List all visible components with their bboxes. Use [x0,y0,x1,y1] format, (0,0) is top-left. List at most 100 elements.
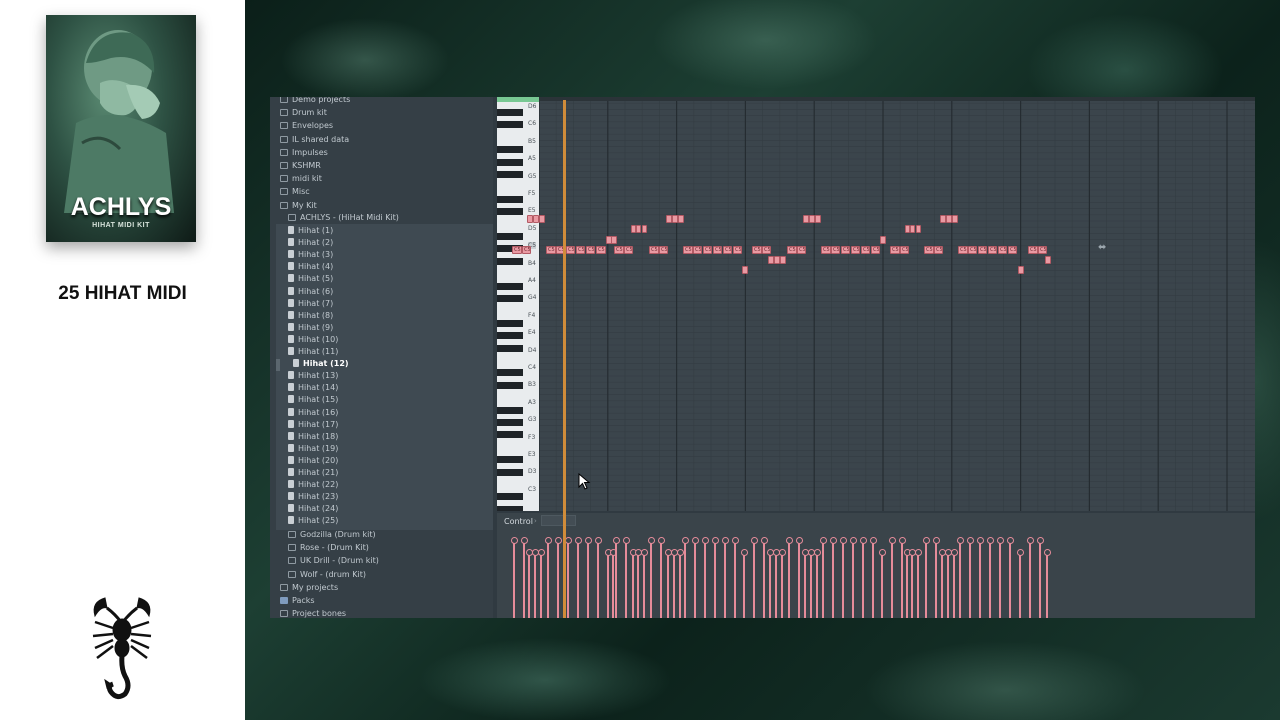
velocity-bar[interactable] [722,537,729,618]
velocity-bar[interactable] [814,549,821,618]
browser-file-hihat[interactable]: Hihat (2) [288,237,333,249]
black-key[interactable] [497,158,523,166]
black-key[interactable] [497,344,523,352]
velocity-bar[interactable] [641,549,648,618]
browser-folder-kit[interactable]: UK Drill - (Drum kit) [288,555,379,567]
velocity-bar[interactable] [915,549,922,618]
black-key[interactable] [497,493,523,501]
velocity-bar[interactable] [610,549,617,618]
black-key[interactable] [497,505,523,511]
midi-note[interactable]: C5 [1008,246,1017,254]
midi-note[interactable]: C5 [733,246,742,254]
timeline-bar[interactable] [539,97,1255,101]
velocity-bar[interactable] [840,537,847,618]
velocity-bar[interactable] [1037,537,1044,618]
velocity-bar[interactable] [648,537,655,618]
black-key[interactable] [497,282,523,290]
midi-note[interactable] [611,236,617,244]
velocity-bar[interactable] [870,537,877,618]
midi-note[interactable] [910,225,915,233]
browser-file-hihat[interactable]: Hihat (7) [288,298,333,310]
browser-file-hihat[interactable]: Hihat (24) [288,503,338,515]
velocity-bar[interactable] [658,537,665,618]
black-key[interactable] [497,208,523,216]
midi-note[interactable]: C5 [1038,246,1047,254]
midi-note[interactable]: C5 [512,246,522,254]
black-key[interactable] [497,295,523,302]
black-key[interactable] [497,319,523,327]
midi-note[interactable]: C5 [522,246,531,254]
velocity-bar[interactable] [741,549,748,618]
velocity-bar[interactable] [1007,537,1014,618]
browser-folder-kit[interactable]: Wolf - (drum Kit) [288,569,366,581]
browser-folder[interactable]: Demo projects [280,97,350,106]
browser-folder[interactable]: Packs [280,595,315,607]
midi-note[interactable] [1018,266,1024,274]
velocity-bar[interactable] [820,537,827,618]
velocity-bar[interactable] [967,537,974,618]
midi-note[interactable]: C5 [693,246,702,254]
browser-file-hihat[interactable]: Hihat (10) [288,334,338,346]
black-key[interactable] [497,121,523,129]
browser-file-hihat[interactable]: Hihat (25) [288,515,338,527]
piano-roll-grid[interactable] [539,97,1255,511]
midi-note[interactable]: C5 [586,246,595,254]
velocity-bar[interactable] [665,549,672,618]
velocity-bar[interactable] [677,549,684,618]
velocity-bar[interactable] [997,537,1004,618]
velocity-bar[interactable] [945,549,952,618]
browser-folder[interactable]: My Kit [280,200,317,212]
midi-note[interactable]: C5 [614,246,624,254]
velocity-bar[interactable] [613,537,620,618]
browser-file-hihat[interactable]: Hihat (6) [288,286,333,298]
velocity-bar[interactable] [751,537,758,618]
midi-note[interactable] [815,215,821,223]
midi-note[interactable] [880,236,886,244]
browser-folder[interactable]: KSHMR [280,160,321,172]
velocity-bar[interactable] [595,537,602,618]
midi-note[interactable]: C5 [762,246,771,254]
velocity-bar[interactable] [879,549,886,618]
browser-folder[interactable]: Impulses [280,147,328,159]
control-arrow-icon[interactable]: › [534,517,537,525]
browser-file-hihat[interactable]: Hihat (3) [288,249,333,261]
resize-handle-icon[interactable]: ⬌ [1098,242,1106,253]
velocity-bar[interactable] [773,549,780,618]
browser-file-hihat[interactable]: Hihat (8) [288,310,333,322]
midi-note[interactable]: C5 [851,246,860,254]
velocity-bar[interactable] [682,537,689,618]
browser-file-hihat[interactable]: Hihat (1) [288,225,333,237]
browser-file-hihat[interactable]: Hihat (16) [288,407,338,419]
velocity-bar[interactable] [712,537,719,618]
browser-folder[interactable]: midi kit [280,173,322,185]
black-key[interactable] [497,146,523,154]
midi-note[interactable]: C5 [978,246,987,254]
black-key[interactable] [497,257,523,265]
browser-file-hihat[interactable]: Hihat (18) [288,431,338,443]
black-key[interactable] [497,419,523,426]
browser-file-hihat[interactable]: Hihat (4) [288,261,333,273]
piano-keyboard[interactable]: D6 C6 B5 A5 G5 F5 E5 D5 C5 B4 A4 G4 F4 E4 D4 C4 B3 A3 G3 F3… [497,97,539,511]
midi-note[interactable]: C5 [924,246,934,254]
midi-note[interactable] [952,215,958,223]
black-key[interactable] [497,468,523,476]
black-key[interactable] [497,195,523,203]
velocity-bar[interactable] [702,537,709,618]
velocity-bar[interactable] [786,537,793,618]
midi-note[interactable]: C5 [934,246,943,254]
black-key[interactable] [497,381,523,389]
midi-note[interactable] [539,215,545,223]
browser-file-hihat[interactable]: Hihat (21) [288,467,338,479]
midi-note[interactable]: C5 [1028,246,1038,254]
velocity-bar[interactable] [623,537,630,618]
velocity-bar[interactable] [860,537,867,618]
velocity-bar[interactable] [1017,549,1024,618]
midi-note[interactable]: C5 [576,246,585,254]
midi-note[interactable]: C5 [546,246,556,254]
browser-folder-kit[interactable]: Godzilla (Drum kit) [288,529,376,541]
midi-note[interactable]: C5 [659,246,668,254]
velocity-bar[interactable] [951,549,958,618]
velocity-bar[interactable] [889,537,896,618]
browser-folder[interactable]: Envelopes [280,120,333,132]
browser-folder[interactable]: Project bones [280,608,346,618]
